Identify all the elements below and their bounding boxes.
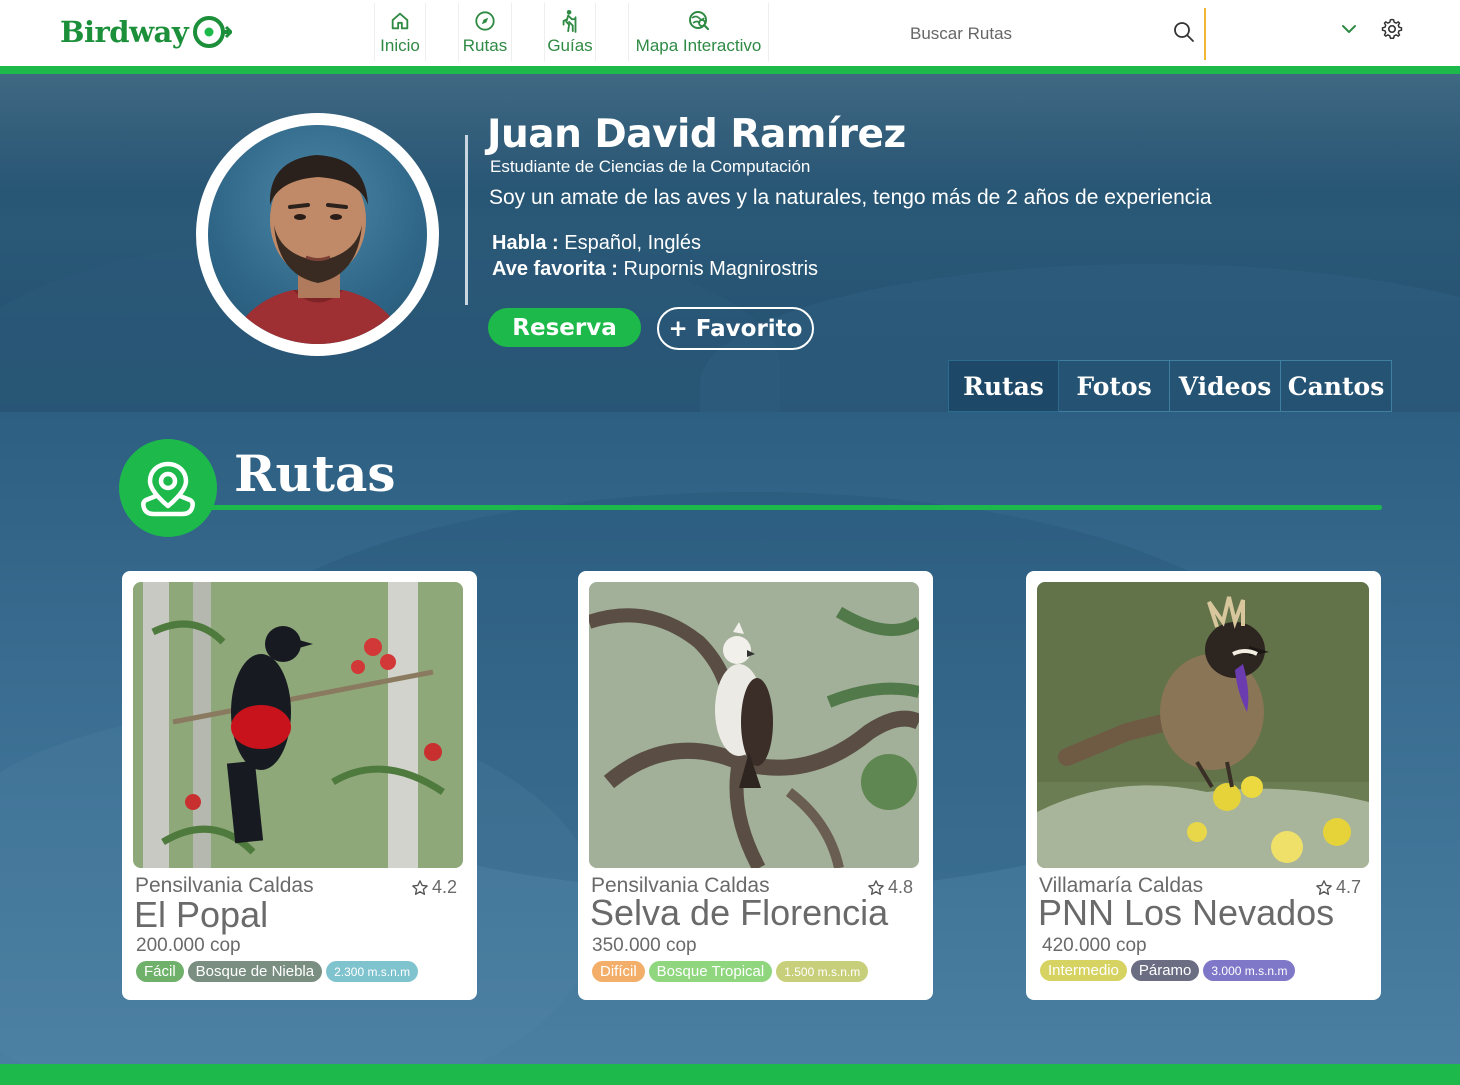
route-price: 420.000 cop (1042, 935, 1147, 956)
tab-fotos[interactable]: Fotos (1059, 360, 1170, 412)
difficulty-tag: Intermedio (1040, 960, 1127, 981)
tab-rutas[interactable]: Rutas (948, 360, 1059, 412)
map-pin-icon (141, 461, 195, 517)
search-box (900, 8, 1206, 60)
profile-role: Estudiante de Ciencias de la Computación (490, 157, 811, 176)
star-icon (412, 879, 428, 895)
route-rating-value: 4.8 (887, 877, 913, 897)
route-tags: Fácil Bosque de Niebla 2.300 m.s.n.m (136, 961, 419, 982)
profile-bio: Soy un amate de las aves y la naturales,… (489, 186, 1212, 209)
add-favorite-button[interactable]: + Favorito (657, 307, 814, 350)
reserva-button[interactable]: Reserva (488, 308, 641, 347)
home-icon (387, 8, 413, 34)
top-navigation-bar: Birdway Inicio Rutas Guías Mapa Interact… (0, 0, 1460, 66)
nav-item-mapa-interactivo[interactable]: Mapa Interactivo (628, 3, 769, 61)
route-photo (133, 582, 463, 868)
nav-label-inicio: Inicio (380, 36, 420, 55)
bird-photo-red-bellied-grackle (133, 582, 463, 868)
route-tags: Difícil Bosque Tropical 1.500 m.s.n.m (592, 961, 869, 982)
ecosystem-tag: Páramo (1130, 960, 1200, 981)
route-card-el-popal[interactable]: Pensilvania Caldas 4.2 El Popal 200.000 … (122, 571, 477, 1000)
route-rating-value: 4.7 (1335, 877, 1361, 897)
route-photo (589, 582, 919, 868)
avatar[interactable] (208, 125, 427, 344)
favorite-bird-value: Rupornis Magnirostris (617, 258, 819, 280)
languages-value: Español, Inglés (558, 232, 702, 254)
guide-portrait-image (228, 155, 408, 344)
nav-label-guias: Guías (547, 36, 593, 55)
profile-tabs: Rutas Fotos Videos Cantos (948, 360, 1392, 412)
section-badge (119, 439, 217, 537)
search-icon[interactable] (1172, 20, 1198, 46)
difficulty-tag: Fácil (136, 961, 184, 982)
bird-photo-bearded-helmetcrest (1037, 582, 1369, 868)
route-photo (1037, 582, 1369, 868)
route-price: 200.000 cop (136, 935, 241, 956)
profile-favorite-bird: Ave favorita : Rupornis Magnirostris (492, 258, 818, 281)
chevron-down-icon[interactable] (1340, 20, 1358, 38)
profile-divider (465, 135, 468, 305)
footer-accent-bar (0, 1064, 1460, 1085)
route-rating-value: 4.2 (431, 877, 457, 897)
logo-target-icon (193, 16, 233, 48)
map-search-icon (686, 8, 712, 34)
route-name: PNN Los Nevados (1038, 892, 1335, 933)
favorite-bird-label: Ave favorita : (492, 258, 618, 280)
difficulty-tag: Difícil (592, 961, 645, 982)
route-price: 350.000 cop (592, 935, 697, 956)
route-card-pnn-los-nevados[interactable]: Villamaría Caldas 4.7 PNN Los Nevados 42… (1026, 571, 1381, 1000)
search-input[interactable] (910, 20, 1160, 48)
route-card-selva-de-florencia[interactable]: Pensilvania Caldas 4.8 Selva de Florenci… (578, 571, 933, 1000)
profile-languages: Habla : Español, Inglés (492, 232, 701, 255)
altitude-tag: 3.000 m.s.n.m (1203, 960, 1296, 981)
ecosystem-tag: Bosque Tropical (648, 961, 773, 982)
birdway-logo[interactable]: Birdway (60, 14, 233, 50)
main-navigation: Inicio Rutas Guías Mapa Interactivo (374, 3, 769, 61)
languages-label: Habla : (492, 232, 559, 254)
nav-label-mapa-interactivo: Mapa Interactivo (635, 36, 762, 55)
avatar-ring (196, 113, 439, 356)
bird-photo-white-hawk (589, 582, 919, 868)
nav-item-inicio[interactable]: Inicio (374, 3, 426, 61)
section-title: Rutas (234, 444, 396, 503)
gear-icon[interactable] (1380, 17, 1404, 41)
logo-text: Birdway (60, 15, 189, 49)
nav-item-guias[interactable]: Guías (544, 3, 596, 61)
ecosystem-tag: Bosque de Niebla (187, 961, 323, 982)
section-underline (205, 505, 1382, 510)
tab-videos[interactable]: Videos (1170, 360, 1281, 412)
altitude-tag: 2.300 m.s.n.m (326, 961, 419, 982)
profile-name: Juan David Ramírez (487, 112, 906, 157)
route-name: Selva de Florencia (590, 892, 889, 933)
header-accent-line (0, 66, 1460, 74)
hiker-icon (557, 8, 583, 34)
compass-icon (472, 8, 498, 34)
route-rating: 4.2 (411, 877, 457, 898)
route-tags: Intermedio Páramo 3.000 m.s.n.m (1040, 960, 1296, 981)
tab-cantos[interactable]: Cantos (1281, 360, 1392, 412)
nav-label-rutas: Rutas (462, 36, 508, 55)
altitude-tag: 1.500 m.s.n.m (776, 961, 869, 982)
route-name: El Popal (134, 894, 269, 935)
nav-item-rutas[interactable]: Rutas (458, 3, 512, 61)
